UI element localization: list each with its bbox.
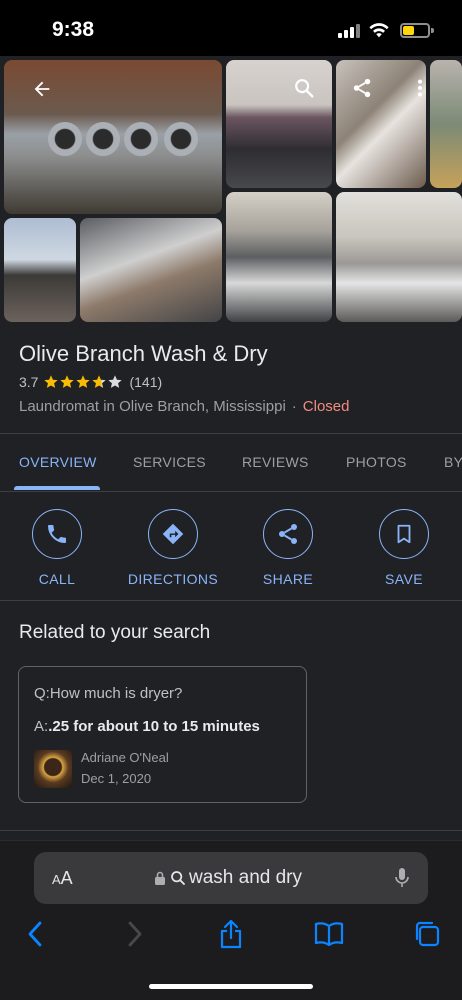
star-icon [108,375,123,388]
star-icon [60,375,75,388]
status-time: 9:38 [52,18,95,41]
save-label: SAVE [385,571,423,587]
bookmark-icon [379,509,429,559]
rating-value: 3.7 [19,374,39,390]
tab-by[interactable]: BY [444,454,462,470]
back-arrow-icon[interactable] [28,75,56,103]
phone-icon [32,509,82,559]
chevron-right-icon [128,921,142,947]
qa-question: Q:How much is dryer? [34,685,183,702]
directions-label: DIRECTIONS [127,571,219,587]
qa-answer: A:.25 for about 10 to 15 minutes [34,718,260,735]
address-bar[interactable]: AAAA wash and dry [34,852,428,904]
call-label: CALL [38,571,76,587]
reader-options-button[interactable]: AAAA [52,868,73,889]
star-icon [92,375,107,388]
share-button-safari[interactable] [216,919,246,949]
photo-gallery[interactable] [0,56,462,326]
share-icon[interactable] [348,74,376,102]
chevron-left-icon [28,921,42,947]
url-text: wash and dry [189,867,303,888]
lock-icon [155,871,165,885]
category-row: Laundromat in Olive Branch, Mississippi ·… [19,398,349,415]
photo-washer-aisle[interactable] [336,192,462,322]
photo-parking-lot[interactable] [4,218,76,322]
status-bar: 9:38 [0,0,462,56]
directions-button[interactable]: DIRECTIONS [123,509,223,587]
tab-reviews[interactable]: REVIEWS [242,454,309,470]
place-title: Olive Branch Wash & Dry [19,341,268,366]
share-icon [263,509,313,559]
tab-bar: OVERVIEW SERVICES REVIEWS PHOTOS BY [0,434,462,492]
directions-icon [148,509,198,559]
star-icon [76,375,91,388]
wifi-icon [369,23,389,38]
qa-card[interactable]: Q:How much is dryer? A:.25 for about 10 … [18,666,307,803]
open-status: Closed [302,398,350,415]
bookmarks-button[interactable] [314,919,344,949]
tab-photos[interactable]: PHOTOS [346,454,407,470]
safari-toolbar: AAAA wash and dry [0,840,462,1000]
search-icon[interactable] [290,74,318,102]
search-icon [171,871,185,885]
active-tab-indicator [14,486,100,490]
star-rating [43,374,123,390]
divider [0,830,462,831]
photo-folding-area[interactable] [80,218,222,322]
more-icon[interactable] [406,74,434,102]
save-button[interactable]: SAVE [354,509,454,587]
battery-tip [431,28,434,33]
url-text-container: wash and dry [154,867,302,889]
back-button[interactable] [20,919,50,949]
review-count: (141) [129,374,163,390]
rating-row[interactable]: 3.7 (141) [19,374,162,390]
photo-partial[interactable] [430,60,462,188]
forward-button[interactable] [120,919,150,949]
call-button[interactable]: CALL [7,509,107,587]
battery-icon [400,23,430,38]
qa-answer-text: .25 for about 10 to 15 minutes [48,718,260,735]
cellular-signal-icon [338,24,360,38]
tabs-icon [415,921,440,947]
avatar [34,750,72,788]
photo-top-loaders[interactable] [226,192,332,322]
share-upload-icon [220,919,242,949]
tab-services[interactable]: SERVICES [133,454,206,470]
tab-overview[interactable]: OVERVIEW [19,454,97,470]
share-label: SHARE [262,571,314,587]
related-section-title: Related to your search [19,622,211,643]
divider [0,491,462,492]
home-indicator [149,984,313,989]
qa-date: Dec 1, 2020 [81,771,152,786]
place-category: Laundromat in Olive Branch, Mississippi [19,398,286,415]
qa-author: Adriane O'Neal [81,750,169,765]
divider [0,600,462,601]
separator-dot: · [291,398,297,415]
star-icon [44,375,59,388]
book-icon [314,922,344,947]
microphone-icon[interactable] [394,866,410,895]
share-button[interactable]: SHARE [238,509,338,587]
qa-answer-prefix: A: [34,718,49,735]
tabs-button[interactable] [412,919,442,949]
